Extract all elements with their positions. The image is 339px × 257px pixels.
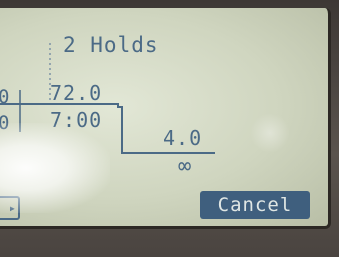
lcd-screen: 2 Holds 0 0 72.0 7:00 4.0 ∞ ▸ Cancel — [0, 8, 331, 229]
step2-temperature[interactable]: 4.0 — [163, 126, 202, 150]
step1-temperature[interactable]: 72.0 — [50, 81, 102, 105]
screen-smudge — [250, 113, 290, 153]
arrow-right-icon: ▸ — [8, 201, 16, 215]
step2-infinite-time[interactable]: ∞ — [178, 154, 192, 179]
step1-time[interactable]: 7:00 — [50, 108, 102, 132]
left-softkey-button[interactable]: ▸ — [0, 196, 20, 220]
cancel-button[interactable]: Cancel — [200, 191, 310, 219]
